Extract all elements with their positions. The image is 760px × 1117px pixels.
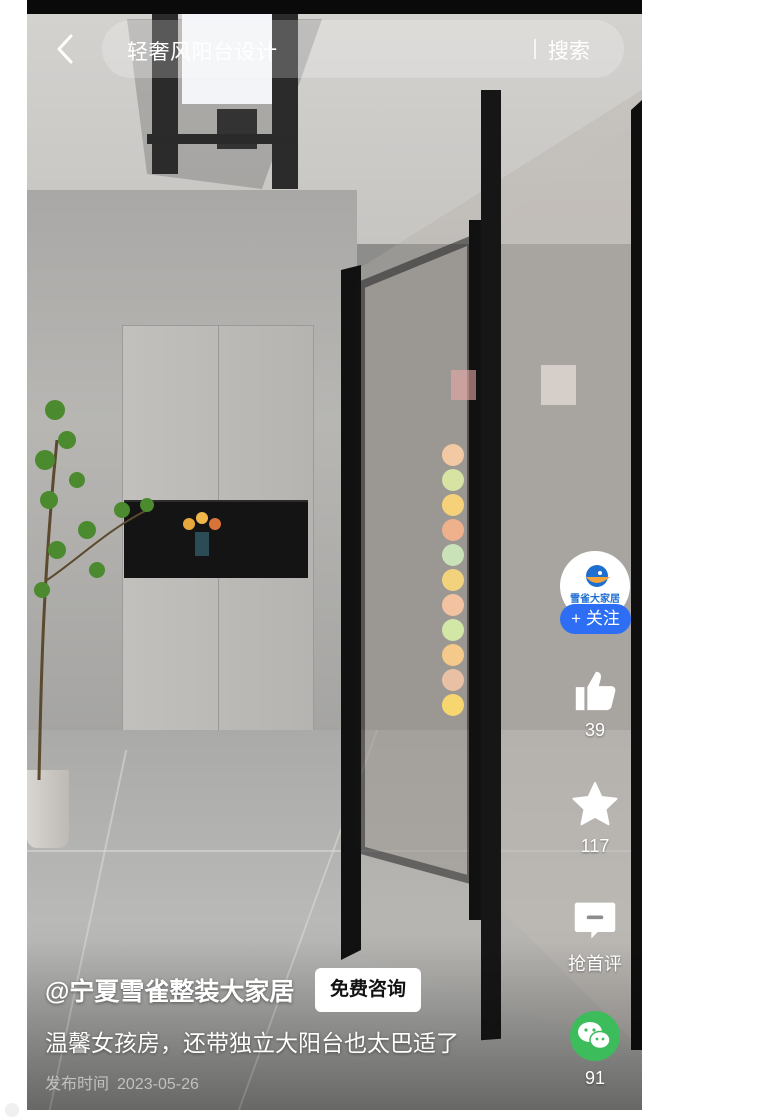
- video-player[interactable]: 轻奢风阳台设计 搜索 雪雀大家居 + 关注 39 117 抢首评 91 @宁夏雪…: [27, 0, 642, 1110]
- publish-time: 发布时间 2023-05-26: [45, 1070, 199, 1094]
- favorite-button[interactable]: 117: [555, 780, 635, 857]
- status-bar: [27, 0, 642, 14]
- flower-vase: [183, 512, 221, 556]
- search-button[interactable]: 搜索: [548, 35, 590, 65]
- post-description: 温馨女孩房，还带独立大阳台也太巴适了: [45, 1030, 459, 1056]
- search-bar[interactable]: 轻奢风阳台设计 搜索: [102, 20, 624, 78]
- progress-handle[interactable]: [5, 1103, 19, 1117]
- plant-pot: [27, 770, 69, 848]
- comment-label: 抢首评: [568, 954, 622, 974]
- wechat-icon: [570, 1011, 620, 1061]
- like-count: 39: [584, 720, 606, 740]
- thumbs-up-icon: [575, 671, 616, 711]
- search-query[interactable]: 轻奢风阳台设计: [127, 36, 278, 66]
- search-divider: [534, 39, 536, 59]
- author-name[interactable]: @宁夏雪雀整装大家居: [45, 972, 294, 1008]
- avatar-brand-text: 雪雀大家居: [570, 594, 620, 605]
- plant: [34, 400, 154, 780]
- publish-label: 发布时间: [45, 1076, 110, 1093]
- star-icon: [572, 782, 618, 826]
- comment-icon: [574, 902, 616, 939]
- publish-date: 2023-05-26: [117, 1076, 199, 1093]
- comment-button[interactable]: 抢首评: [555, 898, 635, 976]
- free-consult-button[interactable]: 免费咨询: [315, 968, 421, 1012]
- share-button[interactable]: 91: [555, 1010, 635, 1089]
- like-button[interactable]: 39: [555, 666, 635, 741]
- chevron-left-icon[interactable]: [49, 32, 83, 66]
- follow-button[interactable]: + 关注: [560, 604, 631, 634]
- share-count: 91: [584, 1068, 606, 1088]
- favorite-count: 117: [580, 836, 610, 856]
